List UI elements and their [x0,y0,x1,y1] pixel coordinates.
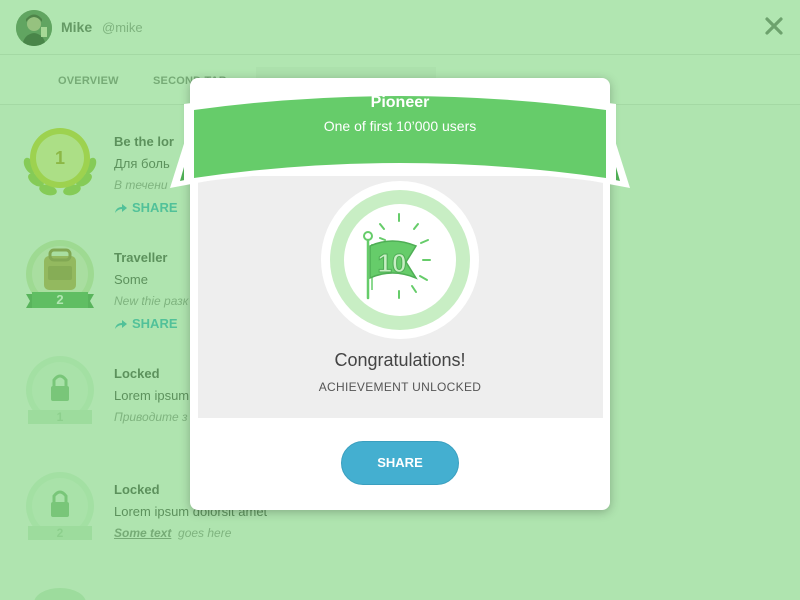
share-button[interactable]: SHARE [341,441,459,485]
modal-subtitle: One of first 10’000 users [323,118,477,134]
achievement-status: ACHIEVEMENT UNLOCKED [318,380,482,394]
congrats-heading: Congratulations! [334,350,466,370]
svg-text:10: 10 [378,248,407,278]
modal-title: Pioneer [370,94,430,111]
achievement-modal: Pioneer One of first 10’000 users 10 Con… [170,78,630,510]
flag-10-icon: 10 [321,181,479,339]
